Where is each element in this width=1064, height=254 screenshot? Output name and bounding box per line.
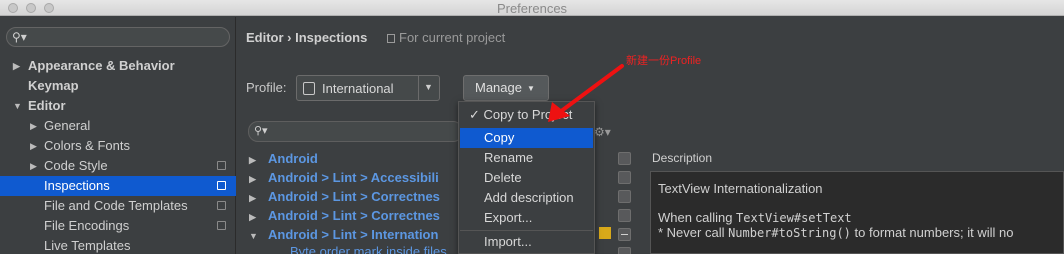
inspection-filter-input[interactable]: ⚲▾ xyxy=(248,121,463,142)
breadcrumb: Editor › Inspections xyxy=(246,30,368,45)
combo-divider xyxy=(418,76,419,100)
inspection-checkbox[interactable] xyxy=(618,209,631,222)
tree-row[interactable]: ▶ Android > Lint > Correctnes xyxy=(249,187,464,206)
project-scope-icon xyxy=(387,34,395,43)
settings-search-input[interactable]: ⚲▾ xyxy=(6,27,230,47)
menu-separator xyxy=(460,230,593,231)
expand-arrow-icon: ▶ xyxy=(13,61,20,71)
profile-label: Profile: xyxy=(246,80,287,95)
inspection-checkbox[interactable] xyxy=(618,247,631,254)
project-scope-icon xyxy=(217,221,226,230)
profile-value: International xyxy=(322,81,394,96)
collapse-arrow-icon: ▼ xyxy=(249,231,258,241)
description-title: TextView Internationalization xyxy=(658,181,823,196)
description-line: * Never call Number#toString() to format… xyxy=(658,225,1014,240)
chevron-down-icon[interactable]: ▼ xyxy=(424,82,433,92)
sidebar-item-appearance[interactable]: ▶ Appearance & Behavior xyxy=(0,56,236,76)
expand-arrow-icon: ▶ xyxy=(249,174,256,184)
sidebar-item-file-encodings[interactable]: File Encodings xyxy=(0,216,236,236)
check-icon: ✓ xyxy=(469,107,484,122)
tree-child-row[interactable]: Byte order mark inside files xyxy=(290,244,447,254)
annotation-text: 新建一份Profile xyxy=(626,55,702,67)
window-title: Preferences xyxy=(496,1,568,16)
inspection-checkbox[interactable] xyxy=(618,190,631,203)
tree-row[interactable]: ▶ Android > Lint > Correctnes xyxy=(249,206,464,225)
sidebar-item-file-code-templates[interactable]: File and Code Templates xyxy=(0,196,236,216)
tree-row[interactable]: ▼ Android > Lint > Internation xyxy=(249,225,464,244)
description-line: When calling TextView#setText xyxy=(658,210,852,225)
settings-sidebar: ⚲▾ ▶ Appearance & Behavior Keymap ▼ Edit… xyxy=(0,17,236,254)
annotation-arrow xyxy=(548,64,624,122)
inspection-checkbox[interactable] xyxy=(618,152,631,165)
scope-note: For current project xyxy=(387,30,505,45)
search-icon: ⚲▾ xyxy=(254,125,268,137)
sidebar-item-code-style[interactable]: ▶ Code Style xyxy=(0,156,236,176)
severity-warning-icon xyxy=(599,227,611,239)
inspection-checkbox-partial[interactable] xyxy=(618,228,631,241)
collapse-arrow-icon: ▼ xyxy=(13,101,22,111)
menu-item-import[interactable]: Import... xyxy=(460,232,593,252)
description-panel: TextView Internationalization When calli… xyxy=(650,171,1064,254)
sidebar-item-inspections[interactable]: Inspections xyxy=(0,176,236,196)
expand-arrow-icon: ▶ xyxy=(30,161,37,171)
sidebar-item-editor[interactable]: ▼ Editor xyxy=(0,96,236,116)
tree-row[interactable]: ▶ Android xyxy=(249,149,318,168)
menu-item-delete[interactable]: Delete xyxy=(460,168,593,188)
sidebar-item-colors-fonts[interactable]: ▶ Colors & Fonts xyxy=(0,136,236,156)
tree-row[interactable]: ▶ Android > Lint > Accessibili xyxy=(249,168,464,187)
sidebar-item-live-templates[interactable]: Live Templates xyxy=(0,236,236,254)
project-scope-icon xyxy=(217,201,226,210)
expand-arrow-icon: ▶ xyxy=(249,212,256,222)
menu-item-add-description[interactable]: Add description xyxy=(460,188,593,208)
description-label: Description xyxy=(652,151,713,165)
expand-arrow-icon: ▶ xyxy=(30,121,37,131)
project-scope-icon xyxy=(217,161,226,170)
inspection-checkbox[interactable] xyxy=(618,171,631,184)
expand-arrow-icon: ▶ xyxy=(249,193,256,203)
project-scope-icon xyxy=(217,181,226,190)
menu-item-rename[interactable]: Rename xyxy=(460,148,593,168)
menu-item-export[interactable]: Export... xyxy=(460,208,593,228)
profile-select[interactable]: International ▼ xyxy=(296,75,440,101)
search-icon: ⚲▾ xyxy=(12,30,27,44)
expand-arrow-icon: ▶ xyxy=(30,141,37,151)
sidebar-item-general[interactable]: ▶ General xyxy=(0,116,236,136)
profile-icon xyxy=(303,82,315,95)
sidebar-item-keymap[interactable]: Keymap xyxy=(0,76,236,96)
window-titlebar: Preferences xyxy=(0,0,1064,16)
